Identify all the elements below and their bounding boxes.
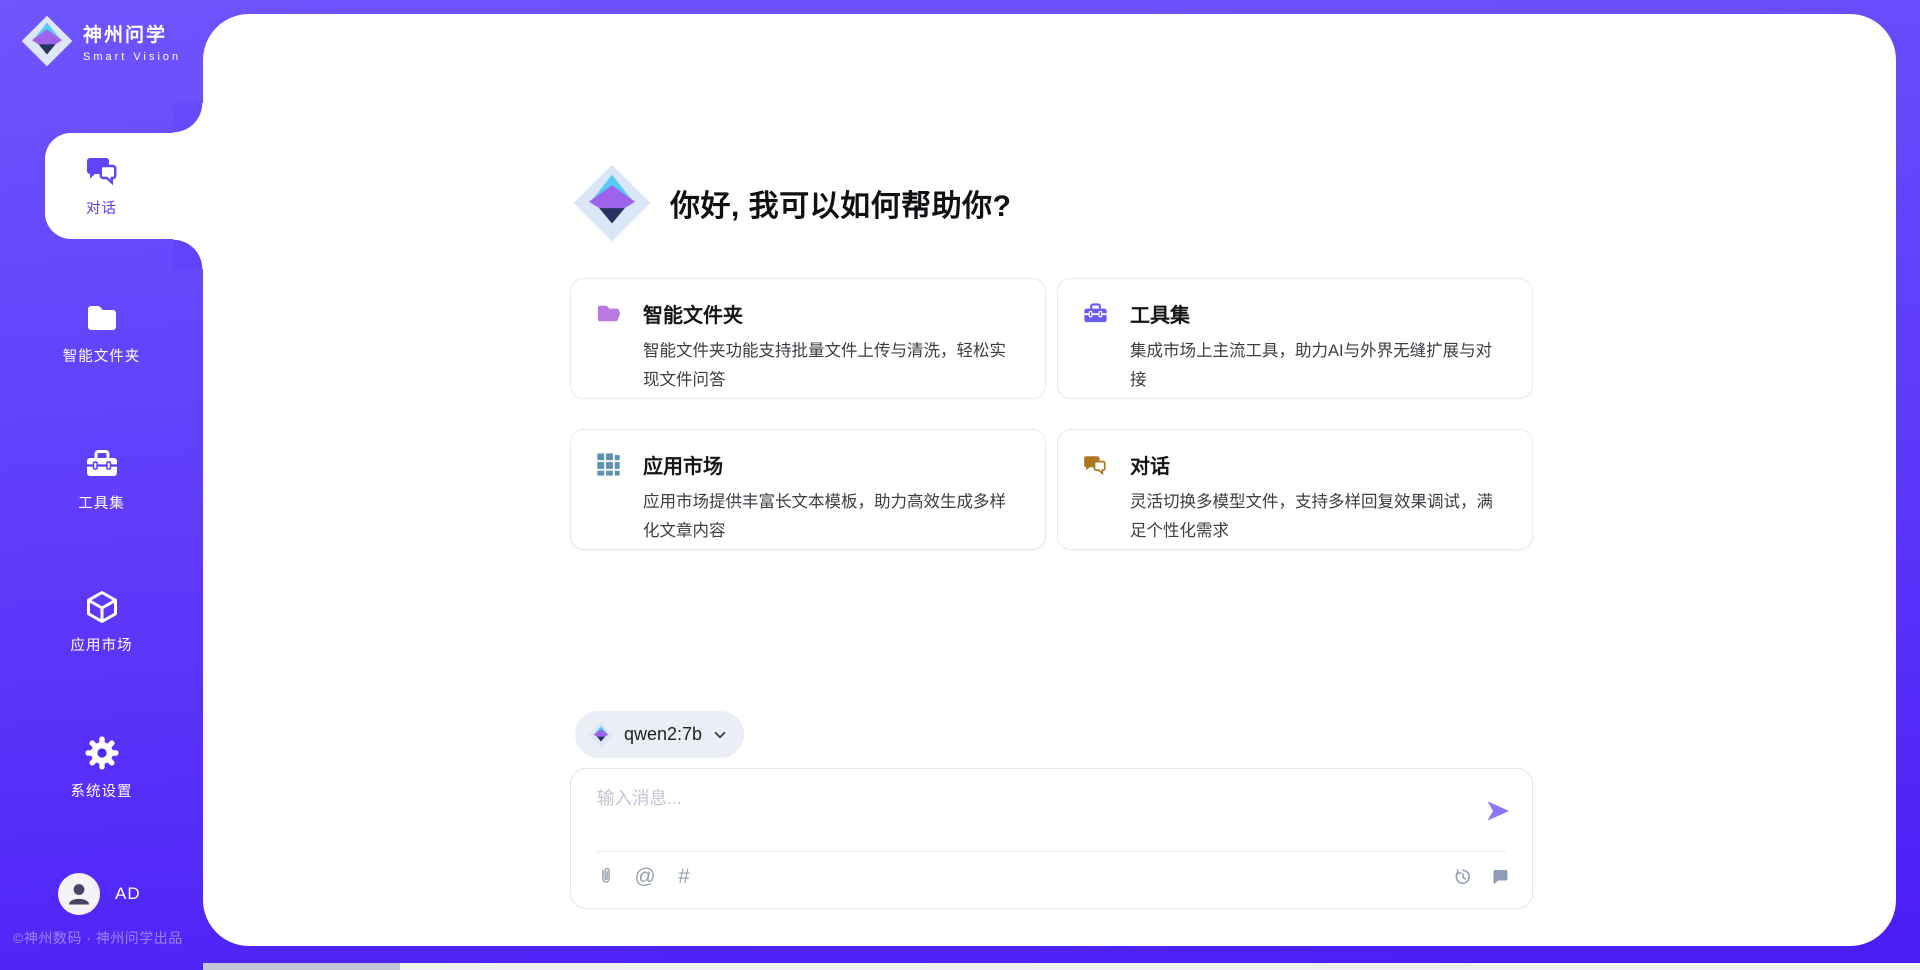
toolbox-icon <box>1082 300 1109 327</box>
copyright-footer: ©神州数码 · 神州问学出品 <box>13 928 183 948</box>
chevron-down-icon <box>712 727 728 743</box>
sidebar-item-label: 工具集 <box>0 492 203 513</box>
brand-text: 神州问学 Smart Vision <box>83 20 181 63</box>
sidebar-item-smart-folder[interactable]: 智能文件夹 <box>0 298 203 366</box>
card-description: 应用市场提供丰富长文本模板，助力高效生成多样化文章内容 <box>643 488 1021 546</box>
composer-tools-left: @ # <box>595 863 695 889</box>
folder-open-icon <box>595 300 622 327</box>
mention-icon[interactable]: @ <box>634 863 656 889</box>
card-header: 对话 <box>1082 450 1508 479</box>
user-account[interactable]: AD <box>58 873 141 915</box>
chat-icon <box>1082 451 1109 478</box>
sidebar-item-label: 系统设置 <box>0 780 203 801</box>
card-title: 智能文件夹 <box>643 299 743 328</box>
sidebar-item-label: 智能文件夹 <box>0 345 203 366</box>
sidebar-item-toolset[interactable]: 工具集 <box>0 445 203 513</box>
feedback-chat-icon[interactable] <box>1489 863 1511 889</box>
user-initials: AD <box>115 884 141 904</box>
cube-icon <box>82 587 122 627</box>
greeting-diamond-logo-icon <box>571 162 653 244</box>
card-header: 应用市场 <box>595 450 1021 479</box>
avatar <box>58 873 100 915</box>
tab-connector-top <box>173 103 203 133</box>
card-description: 集成市场上主流工具，助力AI与外界无缝扩展与对接 <box>1130 337 1508 395</box>
message-composer: @ # <box>570 768 1533 909</box>
horizontal-scrollbar-thumb[interactable] <box>203 963 400 970</box>
gear-icon <box>82 733 122 773</box>
brand-diamond-logo-icon <box>20 14 74 68</box>
card-header: 智能文件夹 <box>595 299 1021 328</box>
card-description: 智能文件夹功能支持批量文件上传与清洗，轻松实现文件问答 <box>643 337 1021 395</box>
composer-tools-right <box>1452 863 1511 889</box>
sidebar-item-app-market[interactable]: 应用市场 <box>0 587 203 655</box>
horizontal-scrollbar-track[interactable] <box>203 963 1920 970</box>
grid-cube-icon <box>595 451 622 478</box>
card-app-market[interactable]: 应用市场 应用市场提供丰富长文本模板，助力高效生成多样化文章内容 <box>570 429 1046 550</box>
history-icon[interactable] <box>1452 863 1474 889</box>
greeting-block: 你好, 我可以如何帮助你? <box>571 162 1012 244</box>
toolbox-icon <box>82 445 122 485</box>
brand: 神州问学 Smart Vision <box>20 14 181 68</box>
card-title: 应用市场 <box>643 450 723 479</box>
sidebar: 神州问学 Smart Vision 对话 智能文件夹 工具集 <box>0 0 203 970</box>
brand-name: 神州问学 <box>83 20 181 47</box>
greeting-text: 你好, 我可以如何帮助你? <box>670 181 1012 225</box>
card-title: 对话 <box>1130 450 1170 479</box>
message-input[interactable] <box>595 783 1459 847</box>
sidebar-item-label: 应用市场 <box>0 634 203 655</box>
sidebar-item-settings[interactable]: 系统设置 <box>0 733 203 801</box>
tab-connector-bottom <box>173 239 203 269</box>
sidebar-item-label: 对话 <box>0 197 203 218</box>
hashtag-icon[interactable]: # <box>673 863 695 889</box>
composer-divider <box>596 851 1507 852</box>
model-name: qwen2:7b <box>624 724 702 745</box>
card-chat[interactable]: 对话 灵活切换多模型文件，支持多样回复效果调试，满足个性化需求 <box>1057 429 1533 550</box>
card-title: 工具集 <box>1130 299 1190 328</box>
card-toolset[interactable]: 工具集 集成市场上主流工具，助力AI与外界无缝扩展与对接 <box>1057 278 1533 399</box>
send-icon[interactable] <box>1484 797 1512 825</box>
folder-icon <box>82 298 122 338</box>
model-diamond-logo-icon <box>588 722 614 748</box>
model-selector[interactable]: qwen2:7b <box>575 711 744 758</box>
card-smart-folder[interactable]: 智能文件夹 智能文件夹功能支持批量文件上传与清洗，轻松实现文件问答 <box>570 278 1046 399</box>
attach-file-icon[interactable] <box>595 863 617 889</box>
sidebar-item-chat[interactable]: 对话 <box>0 150 203 218</box>
brand-subtitle: Smart Vision <box>83 51 181 63</box>
card-header: 工具集 <box>1082 299 1508 328</box>
card-description: 灵活切换多模型文件，支持多样回复效果调试，满足个性化需求 <box>1130 488 1508 546</box>
chat-icon <box>82 150 122 190</box>
feature-cards: 智能文件夹 智能文件夹功能支持批量文件上传与清洗，轻松实现文件问答 工具集 集成… <box>570 278 1533 550</box>
